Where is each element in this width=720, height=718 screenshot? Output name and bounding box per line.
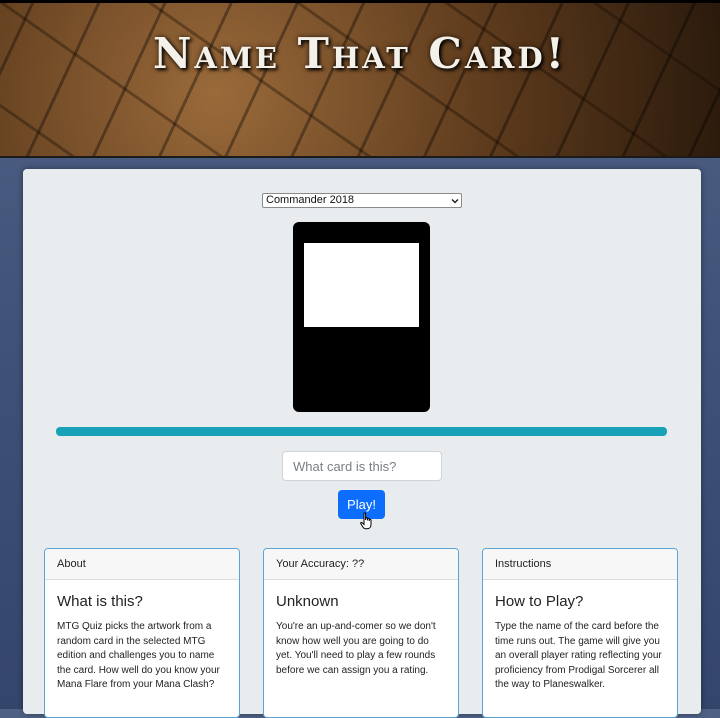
accuracy-card-header: Your Accuracy: ??	[264, 549, 458, 580]
accuracy-card-text: You're an up-and-comer so we don't know …	[276, 621, 436, 676]
edition-select[interactable]: Commander 2018	[262, 193, 462, 208]
instructions-card-header: Instructions	[483, 549, 677, 580]
about-card-header: About	[45, 549, 239, 580]
card-artwork	[304, 243, 419, 327]
instructions-card-title: How to Play?	[495, 593, 584, 610]
accuracy-card-title: Unknown	[276, 593, 339, 610]
about-card: About What is this? MTG Quiz picks the a…	[44, 548, 240, 718]
header-banner: Name That Card!	[0, 0, 720, 158]
about-card-text: MTG Quiz picks the artwork from a random…	[57, 621, 220, 690]
instructions-card: Instructions How to Play? Type the name …	[482, 548, 678, 718]
timer-bar	[56, 427, 667, 436]
about-card-title: What is this?	[57, 593, 143, 610]
site-title: Name That Card!	[152, 29, 568, 78]
card-frame	[293, 222, 430, 412]
edition-select-value: Commander 2018	[266, 194, 355, 206]
chevron-down-icon	[451, 199, 459, 204]
card-name-input[interactable]	[282, 451, 442, 481]
hand-pointer-icon	[360, 512, 372, 530]
instructions-card-text: Type the name of the card before the tim…	[495, 621, 662, 690]
accuracy-card: Your Accuracy: ?? Unknown You're an up-a…	[263, 548, 459, 718]
